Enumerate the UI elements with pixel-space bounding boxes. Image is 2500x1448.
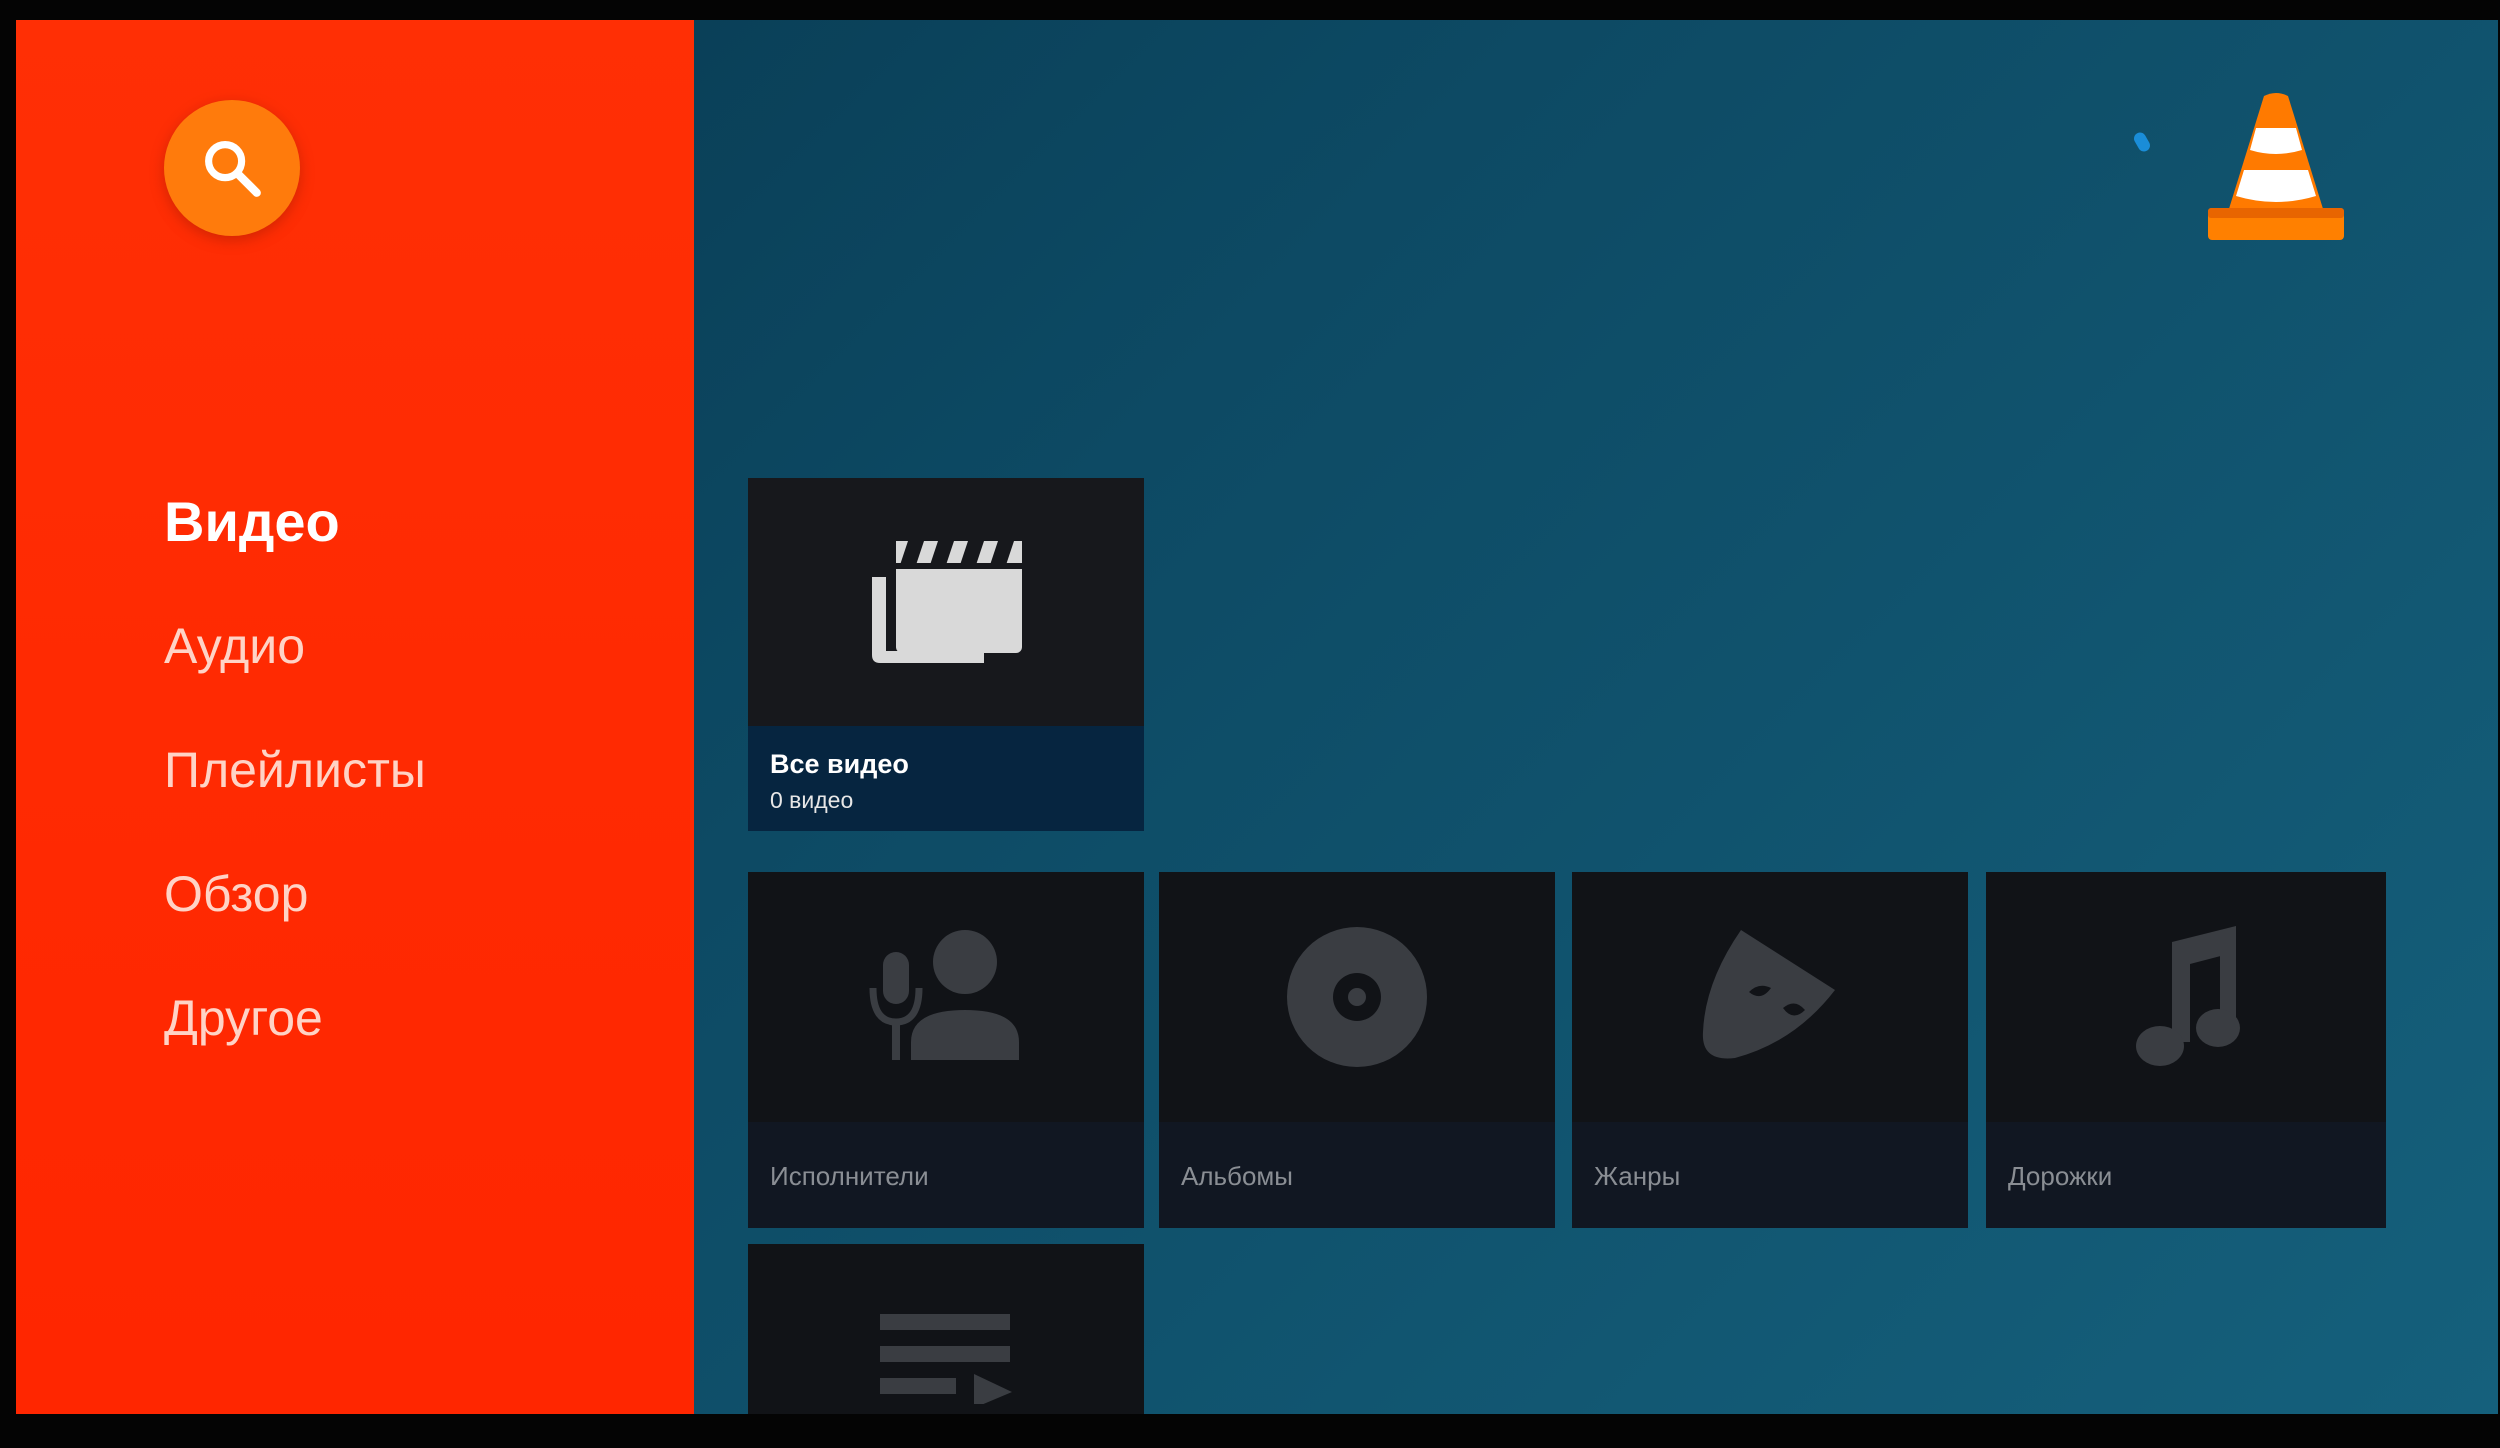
album-disc-icon [1287, 927, 1427, 1067]
card-thumbnail [748, 1244, 1144, 1414]
card-title: Все видео [770, 749, 909, 779]
playlists-card[interactable] [748, 1244, 1144, 1414]
genres-card[interactable]: Жанры [1572, 872, 1968, 1228]
card-subtitle: 0 видео [770, 787, 854, 813]
nav-item-browse[interactable]: Обзор [164, 832, 426, 956]
tv-screen: Видео Аудио Плейлисты Обзор Другое Все в… [0, 0, 2500, 1448]
card-thumbnail [748, 478, 1144, 726]
genre-mask-icon [1702, 930, 1835, 1059]
card-title: Жанры [1594, 1161, 1681, 1191]
loading-spinner [2131, 130, 2153, 154]
albums-card[interactable]: Альбомы [1159, 872, 1555, 1228]
artist-mic-icon [869, 930, 1019, 1060]
card-caption: Жанры [1572, 1122, 1968, 1228]
card-thumbnail [1986, 872, 2386, 1122]
app-window: Видео Аудио Плейлисты Обзор Другое Все в… [16, 20, 2498, 1414]
vlc-cone-logo [2208, 93, 2344, 240]
nav-item-playlists[interactable]: Плейлисты [164, 708, 426, 832]
sidebar-nav: Видео Аудио Плейлисты Обзор Другое [164, 460, 426, 1080]
playlist-icon [880, 1314, 1012, 1404]
nav-item-audio[interactable]: Аудио [164, 584, 426, 708]
card-caption: Все видео 0 видео [748, 726, 1144, 831]
card-caption: Исполнители [748, 1122, 1144, 1228]
sidebar: Видео Аудио Плейлисты Обзор Другое [16, 20, 694, 1414]
nav-item-video[interactable]: Видео [164, 460, 426, 584]
search-button[interactable] [164, 100, 300, 236]
card-title: Альбомы [1181, 1161, 1293, 1191]
card-title: Исполнители [770, 1161, 929, 1191]
all-videos-card[interactable]: Все видео 0 видео [748, 478, 1144, 831]
card-caption: Альбомы [1159, 1122, 1555, 1228]
artists-card[interactable]: Исполнители [748, 872, 1144, 1228]
search-icon [205, 141, 261, 197]
card-title: Дорожки [2008, 1161, 2113, 1191]
card-caption: Дорожки [1986, 1122, 2386, 1228]
movie-clapper-icon [872, 541, 1022, 663]
card-thumbnail [748, 872, 1144, 1122]
nav-item-other[interactable]: Другое [164, 956, 426, 1080]
card-thumbnail [1572, 872, 1968, 1122]
tracks-card[interactable]: Дорожки [1986, 872, 2386, 1228]
music-note-icon [2136, 926, 2240, 1066]
card-thumbnail [1159, 872, 1555, 1122]
